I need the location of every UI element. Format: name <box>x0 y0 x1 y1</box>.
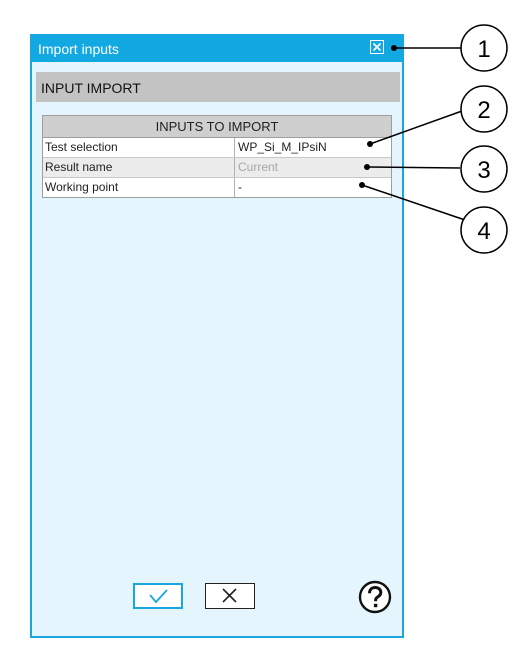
callout-annotations: 1 2 3 4 <box>359 24 508 254</box>
callout-number: 1 <box>477 36 490 63</box>
callout-4: 4 <box>460 206 508 254</box>
callout-2: 2 <box>460 85 508 133</box>
callout-1: 1 <box>460 24 508 72</box>
callout-number: 2 <box>477 97 490 124</box>
callout-3: 3 <box>460 145 508 193</box>
callout-number: 4 <box>477 218 490 245</box>
callout-number: 3 <box>477 157 490 184</box>
